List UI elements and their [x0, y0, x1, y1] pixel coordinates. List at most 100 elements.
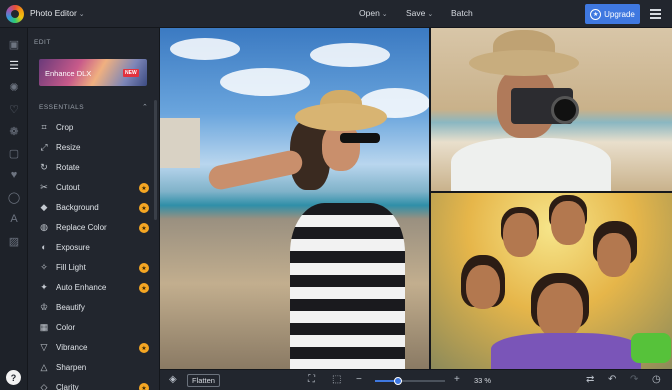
- collage-photo-group-selfie[interactable]: [431, 193, 672, 369]
- effects-icon[interactable]: ✺: [7, 80, 21, 94]
- flatten-button[interactable]: Flatten: [187, 374, 220, 387]
- tool-item-color[interactable]: ▦ Color: [39, 319, 151, 335]
- texture-icon[interactable]: ▨: [7, 234, 21, 248]
- tool-item-label: Beautify: [56, 302, 85, 312]
- app-title: Photo Editor: [30, 8, 77, 18]
- zoom-slider[interactable]: [375, 377, 445, 385]
- circle-icon[interactable]: ◯: [7, 190, 21, 204]
- premium-star-icon: ★: [139, 183, 149, 193]
- tool-category-rail: ▣ ☰ ✺ ♡ ❁ ▢ ♥ ◯ A ▨ ?: [0, 28, 28, 390]
- replace-color-icon: ◍: [40, 221, 48, 232]
- auto-enhance-icon: ✦: [40, 281, 48, 292]
- batch-button[interactable]: Batch: [451, 8, 473, 18]
- upgrade-label: Upgrade: [604, 9, 635, 19]
- premium-star-icon: ★: [139, 383, 149, 390]
- tool-item-resize[interactable]: ⤢ Resize: [39, 139, 151, 155]
- tool-item-label: Clarity: [56, 382, 79, 390]
- open-menu[interactable]: Open ⌄: [359, 8, 388, 18]
- actual-size-icon[interactable]: ⬚: [332, 374, 341, 385]
- enhance-dlx-label: Enhance DLX: [45, 69, 92, 78]
- collage-photo-woman-beach[interactable]: [160, 28, 429, 369]
- tool-item-label: Replace Color: [56, 222, 107, 232]
- app-title-menu[interactable]: Photo Editor ⌄: [30, 8, 85, 18]
- essentials-section-header[interactable]: ESSENTIALS: [39, 104, 84, 111]
- resize-icon: ⤢: [40, 141, 48, 152]
- tool-item-cutout[interactable]: ✂ Cutout ★: [39, 179, 151, 195]
- heart-icon[interactable]: ♥: [7, 168, 21, 182]
- clarity-icon: ◇: [40, 381, 48, 390]
- tool-item-label: Vibrance: [56, 342, 88, 352]
- bottom-toolbar: ◈ Flatten ⛶ ⬚ − + 33 % ⇄ ↶ ↷ ◷: [160, 369, 672, 390]
- tool-item-background[interactable]: ◆ Background ★: [39, 199, 151, 215]
- upgrade-button[interactable]: ★ Upgrade: [585, 4, 640, 24]
- tool-item-crop[interactable]: ⌗ Crop: [39, 119, 151, 135]
- tool-item-label: Color: [56, 322, 76, 332]
- top-bar: Photo Editor ⌄ Open ⌄ Save ⌄ Batch ★ Upgrad…: [0, 0, 672, 28]
- background-icon: ◆: [40, 201, 48, 212]
- collage-photo-man-camera[interactable]: [431, 28, 672, 191]
- tool-item-rotate[interactable]: ↻ Rotate: [39, 159, 151, 175]
- scissors-icon: ✂: [40, 181, 48, 192]
- enhance-dlx-promo[interactable]: Enhance DLX NEW: [39, 59, 147, 86]
- tool-item-auto-enhance[interactable]: ✦ Auto Enhance ★: [39, 279, 151, 295]
- color-icon: ▦: [39, 321, 49, 332]
- tool-item-replace-color[interactable]: ◍ Replace Color ★: [39, 219, 151, 235]
- chevron-up-icon[interactable]: ⌃: [142, 103, 148, 111]
- tool-item-label: Cutout: [56, 182, 80, 192]
- adjust-sliders-icon[interactable]: ☰: [7, 58, 21, 72]
- tool-item-label: Fill Light: [56, 262, 86, 272]
- crop-icon: ⌗: [41, 121, 47, 132]
- text-icon[interactable]: A: [7, 212, 21, 226]
- help-icon[interactable]: ?: [6, 370, 21, 385]
- rotate-icon: ↻: [40, 161, 48, 172]
- tool-item-beautify[interactable]: ♔ Beautify: [39, 299, 151, 315]
- tool-item-exposure[interactable]: ◐ Exposure: [39, 239, 151, 255]
- batch-label: Batch: [451, 8, 473, 18]
- panel-heading: EDIT: [34, 39, 51, 46]
- premium-star-icon: ★: [139, 343, 149, 353]
- overlay-icon[interactable]: ❁: [7, 124, 21, 138]
- save-menu-label: Save: [406, 8, 426, 18]
- tool-item-label: Resize: [56, 142, 81, 152]
- edit-panel: EDIT Enhance DLX NEW ESSENTIALS ⌃ ⌗ Crop ⤢…: [28, 28, 160, 390]
- save-menu[interactable]: Save ⌄: [406, 8, 433, 18]
- chevron-down-icon: ⌄: [78, 11, 85, 18]
- premium-star-icon: ★: [139, 223, 149, 233]
- heart-eye-icon[interactable]: ♡: [7, 102, 21, 116]
- frame-icon[interactable]: ▢: [7, 146, 21, 160]
- tool-item-label: Auto Enhance: [56, 282, 107, 292]
- tool-item-label: Rotate: [56, 162, 80, 172]
- tool-item-clarity[interactable]: ◇ Clarity ★: [39, 379, 151, 390]
- beautify-icon: ♔: [39, 301, 49, 312]
- zoom-slider-knob[interactable]: [394, 377, 403, 385]
- zoom-in-button[interactable]: +: [454, 374, 460, 385]
- photo-canvas[interactable]: [160, 28, 672, 369]
- tool-item-fill-light[interactable]: ✧ Fill Light ★: [39, 259, 151, 275]
- vibrance-icon: ▽: [40, 341, 48, 352]
- sharpen-icon: △: [40, 361, 48, 372]
- hamburger-menu-icon[interactable]: [650, 9, 661, 19]
- premium-star-icon: ★: [139, 283, 149, 293]
- image-icon[interactable]: ▣: [7, 37, 21, 51]
- fit-to-screen-icon[interactable]: ⛶: [308, 374, 315, 385]
- app-logo-icon[interactable]: [6, 5, 24, 23]
- new-badge: NEW: [123, 69, 139, 77]
- tool-item-label: Background: [56, 202, 99, 212]
- layers-icon[interactable]: ◈: [169, 374, 177, 385]
- tool-item-label: Sharpen: [56, 362, 87, 372]
- redo-icon[interactable]: ↷: [630, 374, 638, 385]
- tool-item-sharpen[interactable]: △ Sharpen: [39, 359, 151, 375]
- zoom-out-button[interactable]: −: [356, 374, 362, 385]
- open-menu-label: Open: [359, 8, 380, 18]
- zoom-percentage: 33 %: [474, 376, 492, 385]
- history-icon[interactable]: ◷: [652, 374, 661, 385]
- exposure-icon: ◐: [41, 242, 47, 252]
- fill-light-icon: ✧: [40, 261, 48, 272]
- undo-icon[interactable]: ↶: [608, 374, 616, 385]
- chevron-down-icon: ⌄: [427, 11, 434, 18]
- chevron-down-icon: ⌄: [381, 11, 388, 18]
- tool-item-vibrance[interactable]: ▽ Vibrance ★: [39, 339, 151, 355]
- panel-scrollbar[interactable]: [154, 100, 157, 220]
- compare-icon[interactable]: ⇄: [586, 374, 594, 385]
- premium-star-icon: ★: [139, 203, 149, 213]
